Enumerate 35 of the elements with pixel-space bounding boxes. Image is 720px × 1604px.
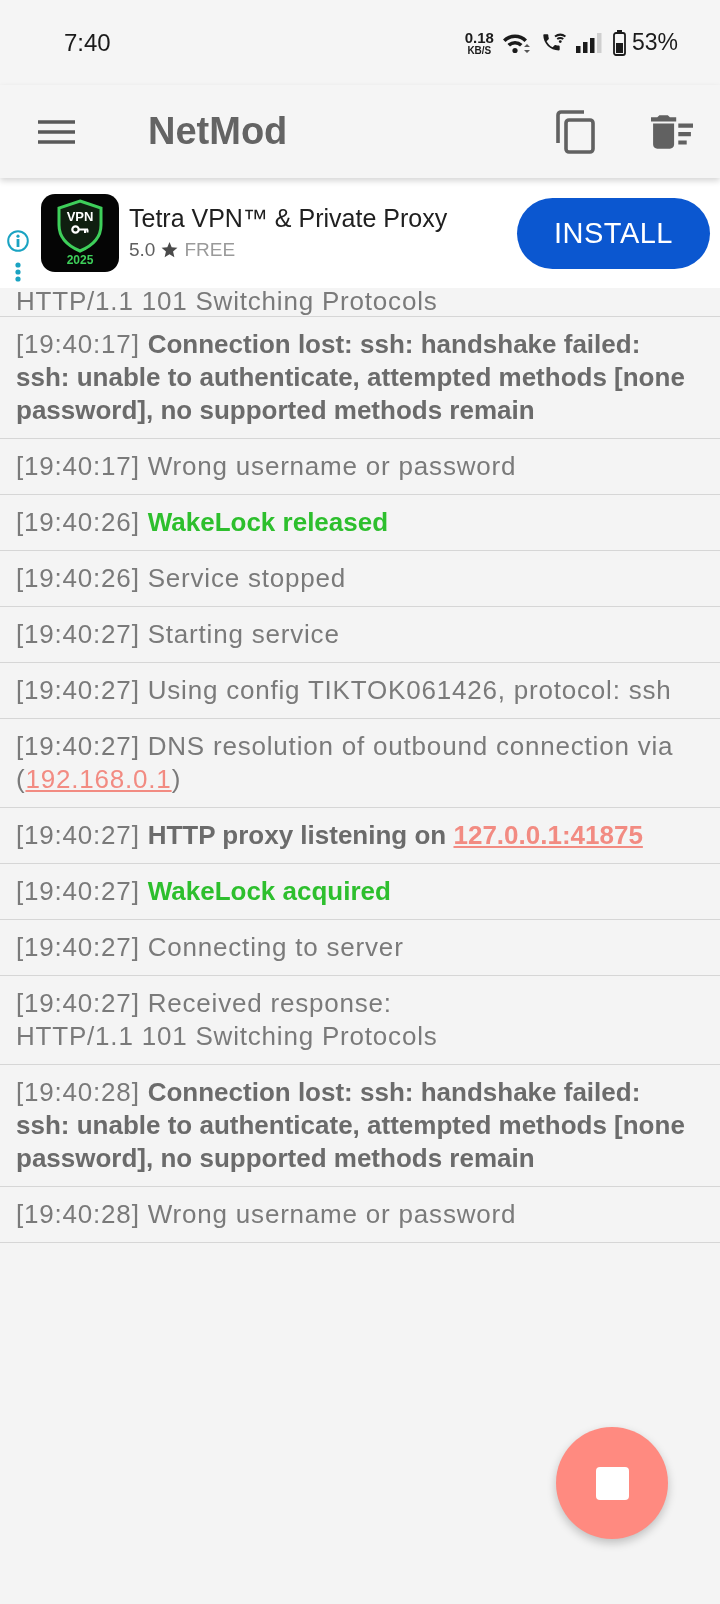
trash-icon[interactable] <box>651 114 693 149</box>
price-text: FREE <box>184 238 236 262</box>
copy-icon[interactable] <box>555 109 595 154</box>
signal-icon <box>575 31 602 54</box>
battery-percent: 53% <box>631 29 678 56</box>
logo-text: VPN <box>66 210 94 223</box>
log-entry: HTTP/1.1 101 Switching Protocols <box>0 288 720 317</box>
star-icon <box>161 242 179 258</box>
app-title: NetMod <box>148 110 288 153</box>
log-entry: [19:40:27] WakeLock acquired <box>0 864 720 920</box>
log-entry: [19:40:26] WakeLock released <box>0 495 720 551</box>
logo-year: 2025 <box>66 254 94 266</box>
log-entry: [19:40:27] HTTP proxy listening on 127.0.0.1:41875 <box>0 808 720 864</box>
log-entry: [19:40:27] Received response: HTTP/1.1 101 Switching Protocols <box>0 976 720 1065</box>
key-icon <box>71 225 89 234</box>
menu-icon[interactable] <box>38 119 75 144</box>
log-entry: [19:40:27] DNS resolution of outbound connection via (192.168.0.1) <box>0 719 720 808</box>
log-entry: [19:40:27] Using config TIKTOK061426, protocol: ssh <box>0 663 720 719</box>
network-speed: 0.18 KB/S <box>464 29 494 56</box>
log-entry: [19:40:27] Connecting to server <box>0 920 720 976</box>
more-icon[interactable] <box>15 262 21 282</box>
install-button[interactable]: INSTALL <box>517 197 710 269</box>
battery-icon <box>612 29 626 56</box>
log-entry: [19:40:27] Starting service <box>0 607 720 663</box>
info-icon[interactable] <box>7 230 29 252</box>
log-entry: [19:40:17] Connection lost: ssh: handshake failed: ssh: unable to authenticate, attempted methods [none password], no supported methods remain <box>0 317 720 439</box>
shield-icon <box>56 199 104 253</box>
status-time: 7:40 <box>64 28 111 57</box>
log-entry: [19:40:28] Wrong username or password <box>0 1187 720 1243</box>
log-entry: [19:40:28] Connection lost: ssh: handshake failed: ssh: unable to authenticate, attempted methods [none password], no supported methods remain <box>0 1065 720 1187</box>
rating-text: 5.0 <box>129 238 156 262</box>
ad-title[interactable]: Tetra VPN™ & Private Proxy <box>129 203 448 233</box>
log-entry: [19:40:26] Service stopped <box>0 551 720 607</box>
log-entry: [19:40:17] Wrong username or password <box>0 439 720 495</box>
stop-icon <box>595 1466 629 1500</box>
